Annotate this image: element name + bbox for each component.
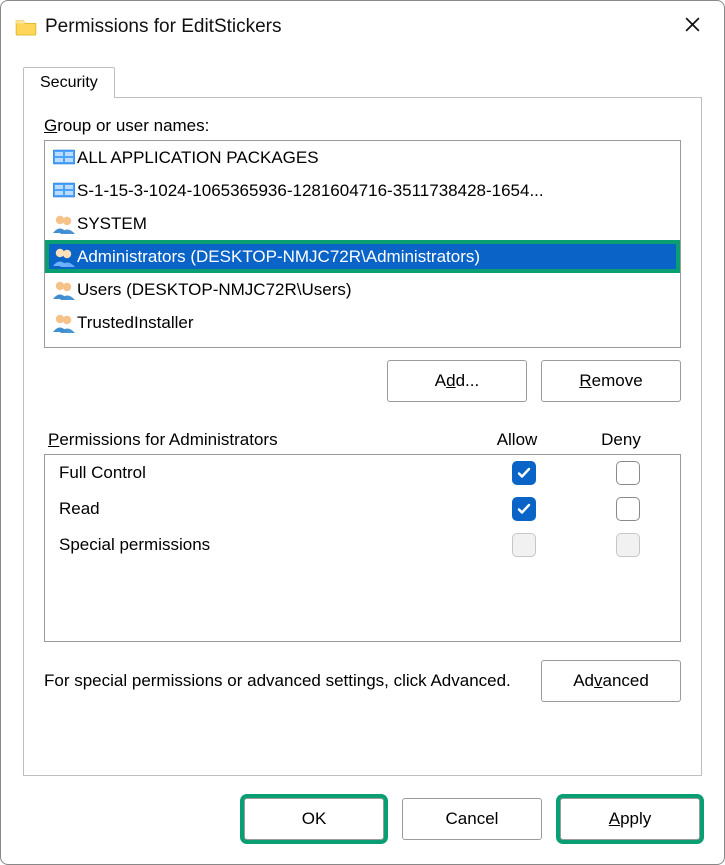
add-button[interactable]: Add... [387,360,527,402]
permission-name: Read [59,499,472,519]
allow-cell [472,461,576,485]
checkbox[interactable] [616,461,640,485]
permission-row: Full Control [45,455,680,491]
list-item-label: Users (DESKTOP-NMJC72R\Users) [77,280,352,300]
ok-button[interactable]: OK [244,798,384,840]
list-item[interactable]: S-1-15-3-1024-1065365936-1281604716-3511… [45,174,680,207]
checkbox [616,533,640,557]
permission-row: Read [45,491,680,527]
permissions-table: Full Control Read Special permissions [44,454,681,642]
users-icon [51,212,77,236]
deny-cell [576,497,680,521]
list-item[interactable]: ALL APPLICATION PACKAGES [45,141,680,174]
dialog-buttons: OK Cancel Apply [1,776,724,864]
allow-column-header: Allow [465,430,569,450]
checkbox[interactable] [512,461,536,485]
window-title: Permissions for EditStickers [45,16,672,38]
list-item-label: ALL APPLICATION PACKAGES [77,148,319,168]
principals-listbox[interactable]: ALL APPLICATION PACKAGES S-1-15-3-1024-10… [44,140,681,348]
deny-column-header: Deny [569,430,673,450]
apply-button[interactable]: Apply [560,798,700,840]
deny-cell [576,461,680,485]
folder-icon [15,18,37,36]
permissions-dialog: Permissions for EditStickers Security Gr… [0,0,725,865]
allow-cell [472,497,576,521]
list-item[interactable]: SYSTEM [45,207,680,240]
tab-row: Security [1,49,724,97]
checkbox[interactable] [512,497,536,521]
group-user-names-label: Group or user names: [44,116,681,136]
deny-cell [576,533,680,557]
close-button[interactable] [672,16,712,39]
advanced-hint-text: For special permissions or advanced sett… [44,670,521,693]
allow-cell [472,533,576,557]
list-item[interactable]: Users (DESKTOP-NMJC72R\Users) [45,273,680,306]
package-icon [51,146,77,170]
principal-buttons: Add... Remove [44,360,681,402]
titlebar: Permissions for EditStickers [1,1,724,49]
tab-security[interactable]: Security [23,67,115,98]
permission-name: Full Control [59,463,472,483]
users-icon [51,278,77,302]
list-item-label: Administrators (DESKTOP-NMJC72R\Administ… [77,247,480,267]
tab-content: Group or user names: ALL APPLICATION PAC… [23,97,702,776]
checkbox[interactable] [616,497,640,521]
permission-row: Special permissions [45,527,680,563]
checkbox [512,533,536,557]
list-item-label: S-1-15-3-1024-1065365936-1281604716-3511… [77,181,544,201]
permissions-header: Permissions for Administrators Allow Den… [44,430,681,454]
permission-name: Special permissions [59,535,472,555]
remove-button[interactable]: Remove [541,360,681,402]
list-item-label: SYSTEM [77,214,147,234]
list-item[interactable]: Administrators (DESKTOP-NMJC72R\Administ… [45,240,680,273]
users-icon [51,311,77,335]
cancel-button[interactable]: Cancel [402,798,542,840]
package-icon [51,179,77,203]
advanced-footer: For special permissions or advanced sett… [44,660,681,702]
list-item[interactable]: TrustedInstaller [45,306,680,339]
list-item-label: TrustedInstaller [77,313,194,333]
advanced-button[interactable]: Advanced [541,660,681,702]
users-icon [51,245,77,269]
